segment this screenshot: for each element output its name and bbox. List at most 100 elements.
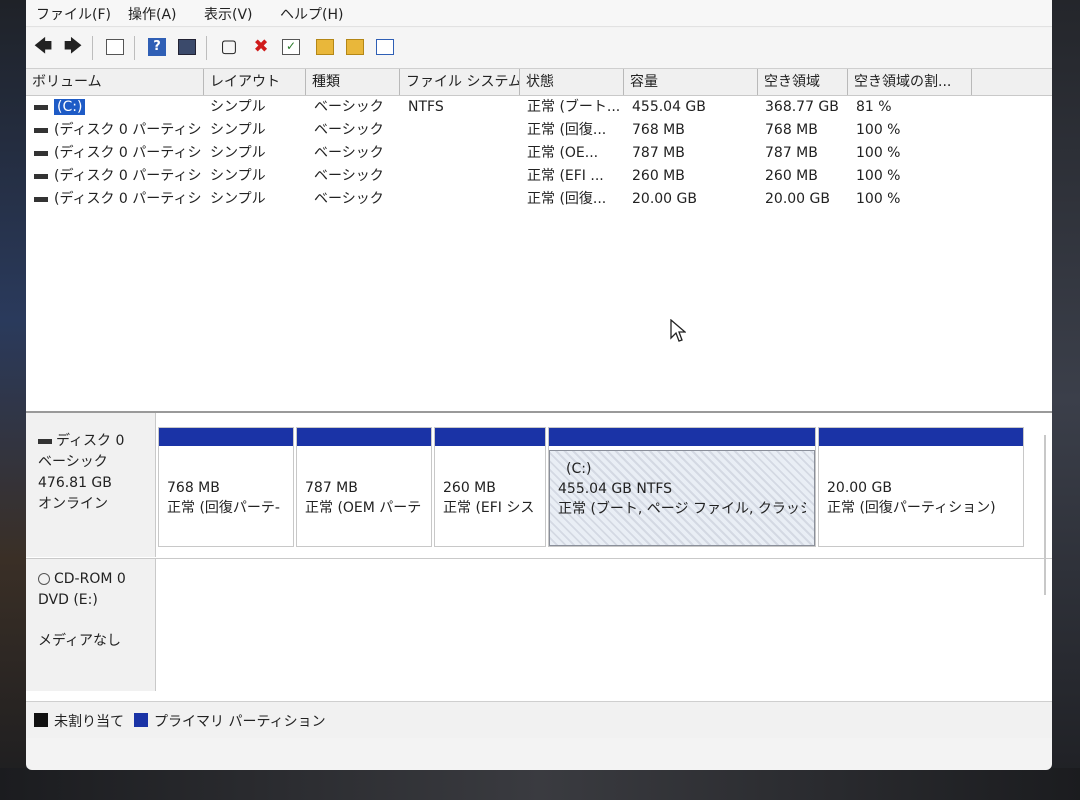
filesystem-cell	[408, 165, 520, 188]
column-header-capacity[interactable]: 容量	[624, 69, 758, 95]
partition-size: 787 MB	[305, 480, 358, 496]
cdrom-media: メディアなし	[38, 633, 122, 649]
disk-0-label[interactable]: ディスク 0 ベーシック 476.81 GB オンライン	[26, 413, 156, 557]
partition-status: 正常 (回復パーティション)	[827, 500, 996, 516]
layout-cell: シンプル	[210, 99, 266, 115]
filesystem-cell	[408, 119, 520, 142]
free-percent-cell: 100 %	[856, 168, 901, 184]
disk-management-window: ファイル(F) 操作(A) 表示(V) ヘルプ(H) 🡄 🡆 ? ▢ ✖ ✓ ボ…	[26, 0, 1052, 770]
toolbar: 🡄 🡆 ? ▢ ✖ ✓	[26, 28, 1052, 69]
table-row[interactable]: (ディスク 0 パーティシ... シンプル ベーシック 正常 (OE... 78…	[26, 142, 1052, 165]
legend-unallocated: 未割り当て	[54, 714, 124, 730]
properties-icon[interactable]	[176, 36, 198, 58]
table-row[interactable]: (ディスク 0 パーティシ... シンプル ベーシック 正常 (EFI ... …	[26, 165, 1052, 188]
menu-file[interactable]: ファイル(F)	[36, 4, 111, 24]
delete-icon[interactable]: ✖	[250, 36, 272, 58]
partition-recovery-2[interactable]: 20.00 GB 正常 (回復パーティション)	[818, 427, 1024, 547]
free-space-cell: 368.77 GB	[765, 99, 839, 115]
status-cell: 正常 (回復...	[527, 191, 607, 207]
back-arrow-icon[interactable]: 🡄	[32, 36, 54, 58]
filesystem-cell: NTFS	[408, 99, 444, 115]
filesystem-cell	[408, 142, 520, 165]
mouse-cursor-icon	[670, 318, 687, 347]
disk-icon	[38, 438, 52, 444]
menu-view[interactable]: 表示(V)	[204, 4, 253, 24]
partition-c-drive[interactable]: (C:) 455.04 GB NTFS 正常 (ブート, ページ ファイル, ク…	[548, 427, 816, 547]
partition-status: 正常 (回復パーテ-	[167, 500, 280, 516]
layout-cell: シンプル	[210, 145, 266, 161]
volume-list: ボリューム レイアウト 種類 ファイル システム 状態 容量 空き領域 空き領域…	[26, 69, 1052, 413]
column-header-free-percent[interactable]: 空き領域の割...	[848, 69, 972, 95]
disk-graphical-view: ディスク 0 ベーシック 476.81 GB オンライン 768 MB 正常 (…	[26, 413, 1052, 701]
partition-bar	[819, 428, 1023, 446]
type-cell: ベーシック	[314, 168, 384, 184]
column-header-type[interactable]: 種類	[306, 69, 400, 95]
disk-0-name: ディスク 0	[56, 433, 125, 449]
partition-size: 455.04 GB NTFS	[558, 481, 673, 497]
free-percent-cell: 81 %	[856, 99, 892, 115]
column-header-volume[interactable]: ボリューム	[26, 69, 204, 95]
volume-icon	[34, 128, 48, 133]
capacity-cell: 455.04 GB	[632, 99, 706, 115]
volume-icon	[34, 197, 48, 202]
photo-background-left	[0, 0, 26, 800]
partition-efi[interactable]: 260 MB 正常 (EFI シス	[434, 427, 546, 547]
free-percent-cell: 100 %	[856, 191, 901, 207]
help-icon[interactable]: ?	[146, 36, 168, 58]
free-percent-cell: 100 %	[856, 122, 901, 138]
column-header-layout[interactable]: レイアウト	[204, 69, 306, 95]
partition-oem[interactable]: 787 MB 正常 (OEM パーテ	[296, 427, 432, 547]
volume-name: (ディスク 0 パーティシ...	[54, 191, 202, 207]
column-header-filesystem[interactable]: ファイル システム	[400, 69, 520, 95]
free-percent-cell: 100 %	[856, 145, 901, 161]
volume-name: (ディスク 0 パーティシ...	[54, 145, 202, 161]
disk-0-type: ベーシック	[38, 454, 108, 470]
cdrom-icon	[38, 573, 50, 585]
disk-0-state: オンライン	[38, 496, 108, 512]
unallocated-swatch	[34, 713, 48, 727]
layout-cell: シンプル	[210, 168, 266, 184]
volume-list-header: ボリューム レイアウト 種類 ファイル システム 状態 容量 空き領域 空き領域…	[26, 69, 1052, 96]
connect-drive-icon[interactable]: ▢	[218, 36, 240, 58]
layout-cell: シンプル	[210, 191, 266, 207]
capacity-cell: 768 MB	[632, 122, 685, 138]
toolbar-separator	[206, 36, 207, 60]
table-row[interactable]: (ディスク 0 パーティシ... シンプル ベーシック 正常 (回復... 20…	[26, 188, 1052, 211]
volume-name: (ディスク 0 パーティシ...	[54, 122, 202, 138]
console-tree-icon[interactable]	[104, 36, 126, 58]
column-header-status[interactable]: 状態	[520, 69, 624, 95]
volume-name: (C:)	[54, 99, 86, 115]
volume-icon	[34, 151, 48, 156]
type-cell: ベーシック	[314, 145, 384, 161]
type-cell: ベーシック	[314, 122, 384, 138]
cdrom-name: CD-ROM 0	[54, 571, 126, 587]
primary-partition-swatch	[134, 713, 148, 727]
free-space-cell: 768 MB	[765, 122, 818, 138]
partition-bar	[549, 428, 815, 446]
capacity-cell: 20.00 GB	[632, 191, 697, 207]
menu-help[interactable]: ヘルプ(H)	[280, 4, 343, 24]
column-header-free-space[interactable]: 空き領域	[758, 69, 848, 95]
list-view-icon[interactable]	[374, 36, 396, 58]
partition-bar	[159, 428, 293, 446]
legend-bar: 未割り当て プライマリ パーティション	[26, 701, 1052, 738]
folder-up-icon[interactable]	[314, 36, 336, 58]
check-icon[interactable]: ✓	[280, 36, 302, 58]
volume-icon	[34, 174, 48, 179]
type-cell: ベーシック	[314, 191, 384, 207]
volume-icon	[34, 105, 48, 110]
table-row[interactable]: (ディスク 0 パーティシ... シンプル ベーシック 正常 (回復... 76…	[26, 119, 1052, 142]
photo-background-bottom	[0, 768, 1080, 800]
folder-search-icon[interactable]	[344, 36, 366, 58]
toolbar-separator	[134, 36, 135, 60]
layout-cell: シンプル	[210, 122, 266, 138]
partition-bar	[297, 428, 431, 446]
partition-size: 20.00 GB	[827, 480, 892, 496]
free-space-cell: 260 MB	[765, 168, 818, 184]
cdrom-label[interactable]: CD-ROM 0 DVD (E:) メディアなし	[26, 559, 156, 691]
partition-status: 正常 (ブート, ページ ファイル, クラッシュ・	[558, 501, 806, 517]
menu-action[interactable]: 操作(A)	[128, 4, 177, 24]
forward-arrow-icon[interactable]: 🡆	[62, 36, 84, 58]
partition-recovery-1[interactable]: 768 MB 正常 (回復パーテ-	[158, 427, 294, 547]
table-row[interactable]: (C:) シンプル ベーシック NTFS 正常 (ブート... 455.04 G…	[26, 96, 1052, 119]
